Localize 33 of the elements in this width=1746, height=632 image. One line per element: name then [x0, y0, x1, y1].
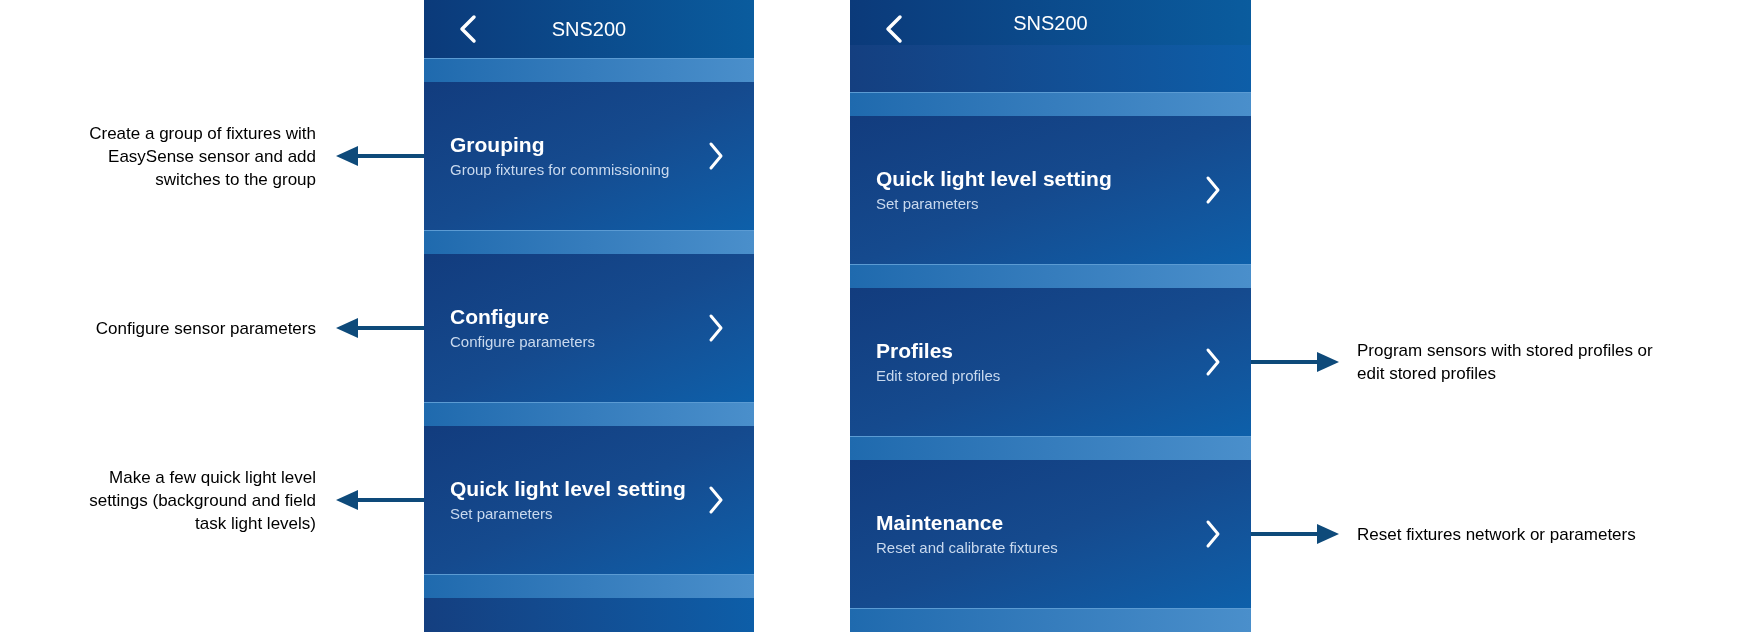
chevron-icon — [708, 485, 724, 515]
annotation-text: Program sensors with stored profiles or edit stored profiles — [1357, 340, 1654, 385]
menu-item[interactable]: Quick light level setting Set parameters — [424, 426, 754, 574]
item-subtitle: Reset and calibrate fixtures — [876, 538, 1059, 558]
item-title: Quick light level setting — [876, 166, 1113, 192]
item-subtitle: Configure parameters — [450, 332, 597, 352]
chevron-icon — [708, 141, 724, 171]
back-icon[interactable] — [884, 14, 904, 44]
chevron-icon — [1205, 347, 1221, 377]
item-title: Quick light level setting — [450, 476, 687, 502]
annotation-text: Create a group of fixtures with EasySense sensor and add switches to the group — [88, 122, 316, 191]
chevron-icon — [1205, 519, 1221, 549]
item-title: Configure — [450, 304, 551, 330]
annotation-text: Make a few quick light level settings (background and field task light levels) — [88, 466, 316, 535]
menu-item[interactable]: Configure Configure parameters — [424, 254, 754, 402]
item-title: Maintenance — [876, 510, 1005, 536]
screen-title: SNS200 — [1013, 10, 1088, 36]
item-title: Grouping — [450, 132, 546, 158]
item-subtitle: Edit stored profiles — [876, 366, 1002, 386]
menu-item[interactable]: Grouping Group fixtures for commissioning — [424, 82, 754, 230]
back-icon[interactable] — [458, 14, 478, 44]
chevron-icon — [1205, 175, 1221, 205]
item-subtitle: Set parameters — [876, 194, 980, 214]
menu-item[interactable]: Quick light level setting Set parameters — [850, 116, 1251, 264]
item-title: Profiles — [876, 338, 955, 364]
chevron-icon — [708, 313, 724, 343]
annotation-text: Reset fixtures network or parameters — [1357, 523, 1637, 546]
annotation-text: Configure sensor parameters — [94, 317, 316, 340]
menu-item[interactable]: Profiles Edit stored profiles — [850, 288, 1251, 436]
item-subtitle: Set parameters — [450, 504, 554, 524]
item-subtitle: Group fixtures for commissioning — [450, 160, 671, 180]
screen-title: SNS200 — [551, 17, 627, 42]
menu-item[interactable]: Maintenance Reset and calibrate fixtures — [850, 460, 1251, 608]
